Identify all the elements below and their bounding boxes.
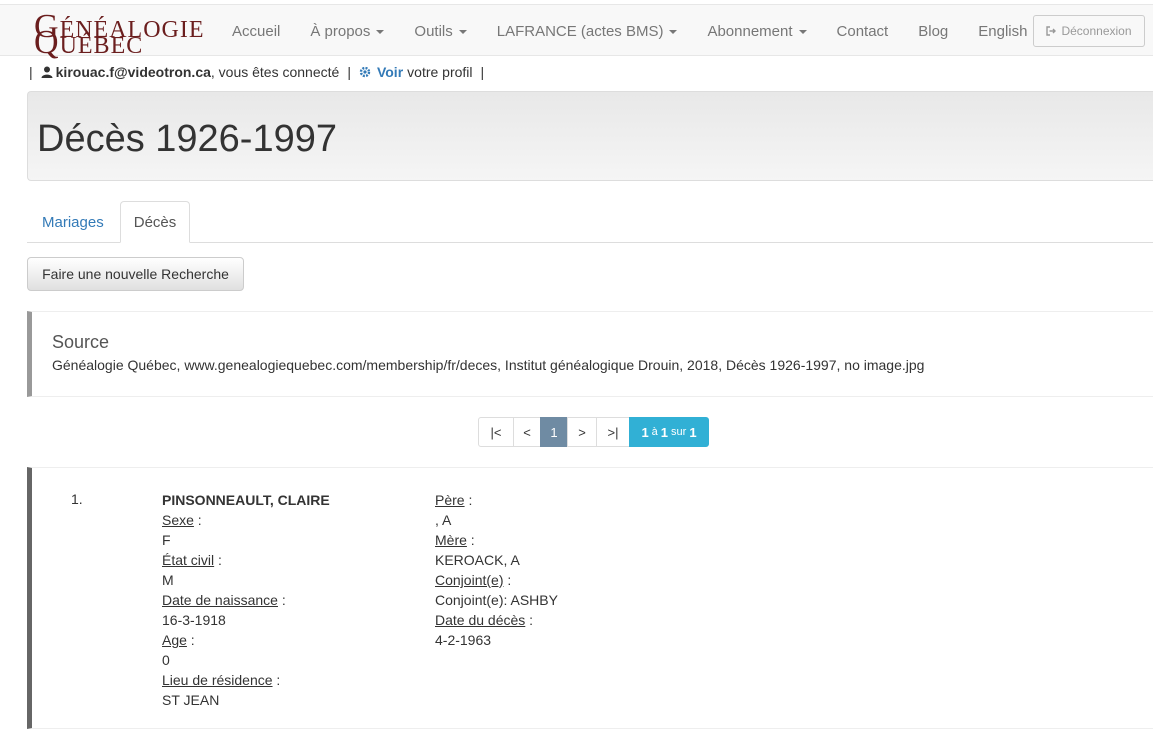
nav-outils[interactable]: Outils [414,23,467,40]
site-logo[interactable]: GÉNÉALOGIE QUÉBEC [34,7,204,60]
nav-abonnement[interactable]: Abonnement [707,23,807,40]
last-page-button[interactable]: >| [596,417,630,447]
value-sexe: F [162,532,171,548]
main-nav: Accueil À propos Outils LAFRANCE (actes … [232,5,1057,57]
value-death-date: 4-2-1963 [435,632,492,648]
gear-icon [359,66,371,78]
record-col-person: PINSONNEAULT, CLAIRE Sexe : F État civil… [162,492,330,708]
logout-button[interactable]: Déconnexion [1033,15,1145,47]
result-count: 1 à 1 sur 1 [629,417,709,447]
nav-english[interactable]: English [978,23,1027,40]
top-navbar: GÉNÉALOGIE QUÉBEC Accueil À propos Outil… [0,4,1153,60]
page-title: Décès 1926-1997 [37,118,337,160]
source-text: Généalogie Québec, www.genealogiequebec.… [52,357,925,373]
caret-down-icon [669,30,678,34]
nav-lafrance[interactable]: LAFRANCE (actes BMS) [497,23,678,40]
value-residence: ST JEAN [162,692,220,708]
nav-blog[interactable]: Blog [918,23,948,40]
value-birth-date: 16-3-1918 [162,612,226,628]
nav-accueil[interactable]: Accueil [232,23,280,40]
user-email: kirouac.f@videotron.ca [55,64,211,80]
value-etat-civil: M [162,572,174,588]
value-age: 0 [162,652,170,668]
view-profile-link[interactable]: Voir [377,64,403,80]
tabs-bar [27,242,1153,243]
user-icon [41,66,53,78]
value-spouse: Conjoint(e): ASHBY [435,592,558,608]
new-search-button[interactable]: Faire une nouvelle Recherche [27,257,244,291]
pagination: |< < 1 > >| 1 à 1 sur 1 [478,417,709,447]
value-father: , A [435,512,452,528]
result-record: 1. PINSONNEAULT, CLAIRE Sexe : F État ci… [27,467,1153,729]
tab-deces[interactable]: Décès [120,201,190,243]
record-col-family: Père : , A Mère : KEROACK, A Conjoint(e)… [435,492,558,648]
caret-down-icon [458,30,467,34]
next-page-button[interactable]: > [567,417,597,447]
caret-down-icon [798,30,807,34]
prev-page-button[interactable]: < [513,417,541,447]
current-page[interactable]: 1 [540,417,568,447]
first-page-button[interactable]: |< [478,417,514,447]
caret-down-icon [376,30,385,34]
source-heading: Source [52,332,110,352]
value-mother: KEROACK, A [435,552,520,568]
nav-a-propos[interactable]: À propos [310,23,385,40]
record-number: 1. [71,491,83,507]
sign-out-icon [1046,26,1057,36]
tab-mariages[interactable]: Mariages [27,201,119,243]
nav-contact[interactable]: Contact [837,23,889,40]
user-status-line: | kirouac.f@videotron.ca , vous êtes con… [29,64,485,80]
record-name: PINSONNEAULT, CLAIRE [162,492,330,508]
page-header: Décès 1926-1997 [27,91,1153,181]
source-panel: Source Généalogie Québec, www.genealogie… [27,311,1153,397]
